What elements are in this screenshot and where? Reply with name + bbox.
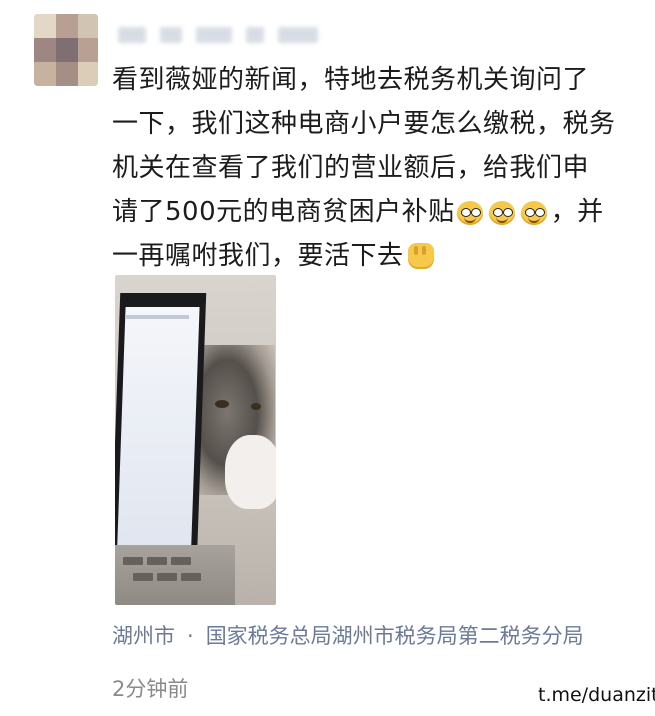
location-detail[interactable]: 国家税务总局湖州市税务局第二税务分局: [206, 624, 584, 648]
author-name-blurred[interactable]: [118, 22, 338, 48]
post-timestamp: 2分钟前: [112, 677, 189, 701]
post-location[interactable]: 湖州市 · 国家税务总局湖州市税务局第二税务分局: [112, 620, 642, 650]
laptop-keyboard: [115, 545, 235, 605]
author-avatar[interactable]: [34, 14, 98, 86]
hot-face-emoji-icon: [488, 199, 517, 225]
post-line: 看到薇娅的新闻，特地去税务机关询问了: [112, 65, 590, 95]
hot-face-emoji-icon: [520, 199, 549, 225]
cat-eye: [215, 400, 229, 408]
location-city[interactable]: 湖州市: [112, 624, 175, 648]
post-line: 机关在查看了我们的营业额后，给我们申: [112, 153, 590, 183]
cat-eye: [251, 403, 261, 410]
post-body: 看到薇娅的新闻，特地去税务机关询问了 一下，我们这种电商小户要怎么缴税，税务 机…: [112, 58, 632, 278]
post-image[interactable]: [115, 275, 276, 605]
watermark-text: t.me/duanzitg: [536, 684, 655, 706]
post-line: 请了500元的电商贫困户补贴: [112, 197, 455, 227]
post-line-tail: ，并: [550, 197, 604, 227]
laptop-screen-bar: [125, 315, 189, 319]
raised-fist-emoji-icon: [407, 243, 434, 269]
post-line: 一再嘱咐我们，要活下去: [112, 241, 404, 271]
location-separator: ·: [187, 624, 194, 648]
laptop-screen: [116, 307, 200, 569]
post-line-with-emoji: 请了500元的电商贫困户补贴 ，并: [112, 190, 632, 234]
post-line: 一下，我们这种电商小户要怎么缴税，税务: [112, 109, 616, 139]
cat-paw: [225, 435, 276, 509]
hot-face-emoji-icon: [456, 199, 485, 225]
post-line-with-emoji: 一再嘱咐我们，要活下去: [112, 234, 632, 278]
